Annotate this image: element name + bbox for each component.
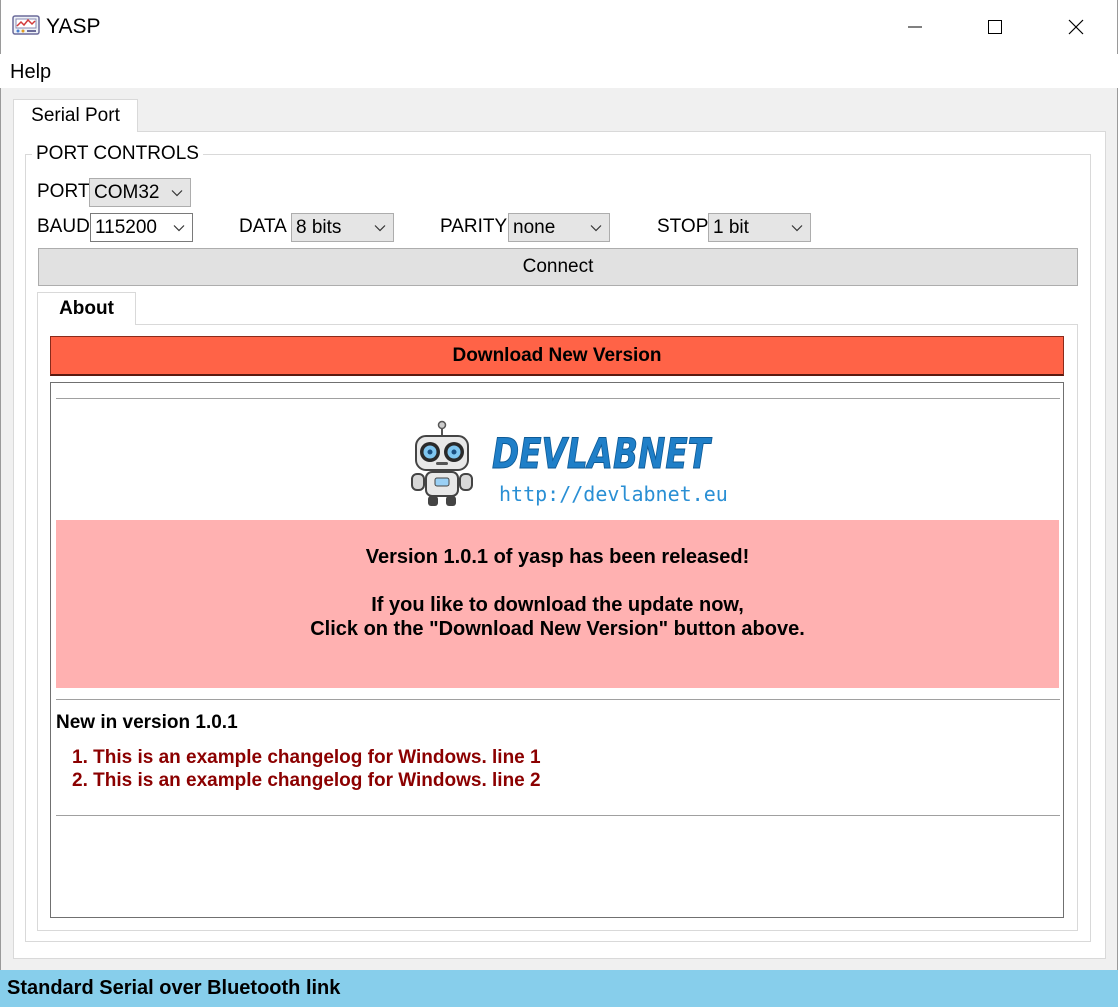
maximize-button[interactable] xyxy=(955,0,1035,54)
chevron-down-icon xyxy=(374,214,386,241)
robot-logo-icon xyxy=(406,420,478,510)
release-headline: Version 1.0.1 of yasp has been released! xyxy=(365,546,750,568)
stop-select-value: 1 bit xyxy=(713,217,749,238)
changelog-title: New in version 1.0.1 xyxy=(56,712,238,733)
port-select-value: COM32 xyxy=(94,182,160,203)
tab-about[interactable]: About xyxy=(37,292,136,325)
connect-button[interactable]: Connect xyxy=(38,248,1078,286)
baud-select[interactable]: 115200 xyxy=(90,213,193,242)
release-instruction-line-1: If you like to download the update now, xyxy=(371,594,744,616)
port-controls-title: PORT CONTROLS xyxy=(32,142,203,166)
stop-bits-select[interactable]: 1 bit xyxy=(708,213,811,242)
divider xyxy=(56,398,1060,399)
status-bar: Standard Serial over Bluetooth link xyxy=(0,970,1118,1007)
data-select-value: 8 bits xyxy=(296,217,342,238)
chevron-down-icon xyxy=(173,214,185,241)
baud-select-value: 115200 xyxy=(95,217,157,238)
changelog-item: 1. This is an example changelog for Wind… xyxy=(72,747,541,768)
close-button[interactable] xyxy=(1036,0,1116,54)
changelog-item: 2. This is an example changelog for Wind… xyxy=(72,770,541,791)
parity-select-value: none xyxy=(513,217,556,238)
window-border xyxy=(0,0,1,1007)
close-icon xyxy=(1068,19,1084,35)
tab-serial-port[interactable]: Serial Port xyxy=(13,99,138,132)
devlabnet-wordmark: DEVLABNET xyxy=(488,424,718,479)
devlabnet-url-link[interactable]: http://devlabnet.eu xyxy=(499,481,728,507)
chevron-down-icon xyxy=(171,179,183,206)
download-new-version-button[interactable]: Download New Version xyxy=(50,336,1064,376)
minimize-button[interactable] xyxy=(875,0,955,54)
minimize-icon xyxy=(908,26,922,28)
yasp-app-icon xyxy=(12,14,40,38)
port-select[interactable]: COM32 xyxy=(89,178,191,207)
parity-label: PARITY xyxy=(440,216,508,237)
data-bits-select[interactable]: 8 bits xyxy=(291,213,394,242)
release-notice: Version 1.0.1 of yasp has been released!… xyxy=(56,520,1059,688)
chevron-down-icon xyxy=(590,214,602,241)
menu-help[interactable]: Help xyxy=(9,59,52,85)
release-instruction-line-2: Click on the "Download New Version" butt… xyxy=(310,618,805,640)
divider xyxy=(56,699,1060,700)
data-label: DATA xyxy=(239,216,287,237)
window-title: YASP xyxy=(46,15,101,38)
baud-label: BAUD xyxy=(37,216,90,237)
divider xyxy=(56,815,1060,816)
stop-label: STOP xyxy=(657,216,709,237)
devlabnet-wordmark-text: DEVLABNET xyxy=(492,429,713,478)
chevron-down-icon xyxy=(791,214,803,241)
parity-select[interactable]: none xyxy=(508,213,610,242)
maximize-icon xyxy=(988,20,1002,34)
menu-bar xyxy=(0,54,1118,88)
port-label: PORT xyxy=(37,181,90,202)
